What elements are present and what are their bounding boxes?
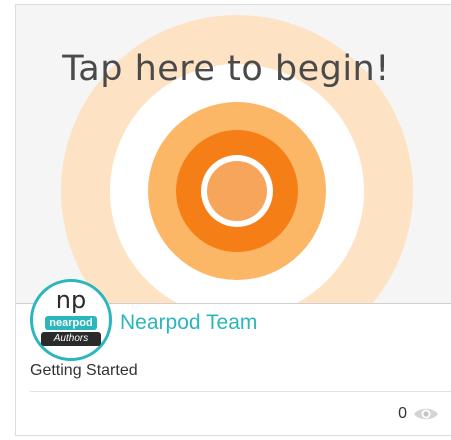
eye-icon [414, 408, 438, 420]
author-logo[interactable]: np nearpod Authors [30, 279, 112, 361]
author-name-link[interactable]: Nearpod Team [120, 311, 257, 335]
views-counter: 0 [398, 405, 439, 423]
logo-mark: np [55, 286, 87, 314]
views-count: 0 [398, 405, 407, 422]
lesson-title: Getting Started [30, 362, 138, 379]
lesson-card[interactable]: Tap here to begin! np nearpod Authors Ne… [15, 4, 451, 436]
logo-word: nearpod [45, 316, 97, 330]
thumbnail-title: Tap here to begin! [62, 49, 390, 89]
footer-divider [30, 391, 451, 392]
lesson-thumbnail[interactable]: Tap here to begin! [16, 5, 451, 303]
logo-sub: Authors [41, 332, 101, 346]
